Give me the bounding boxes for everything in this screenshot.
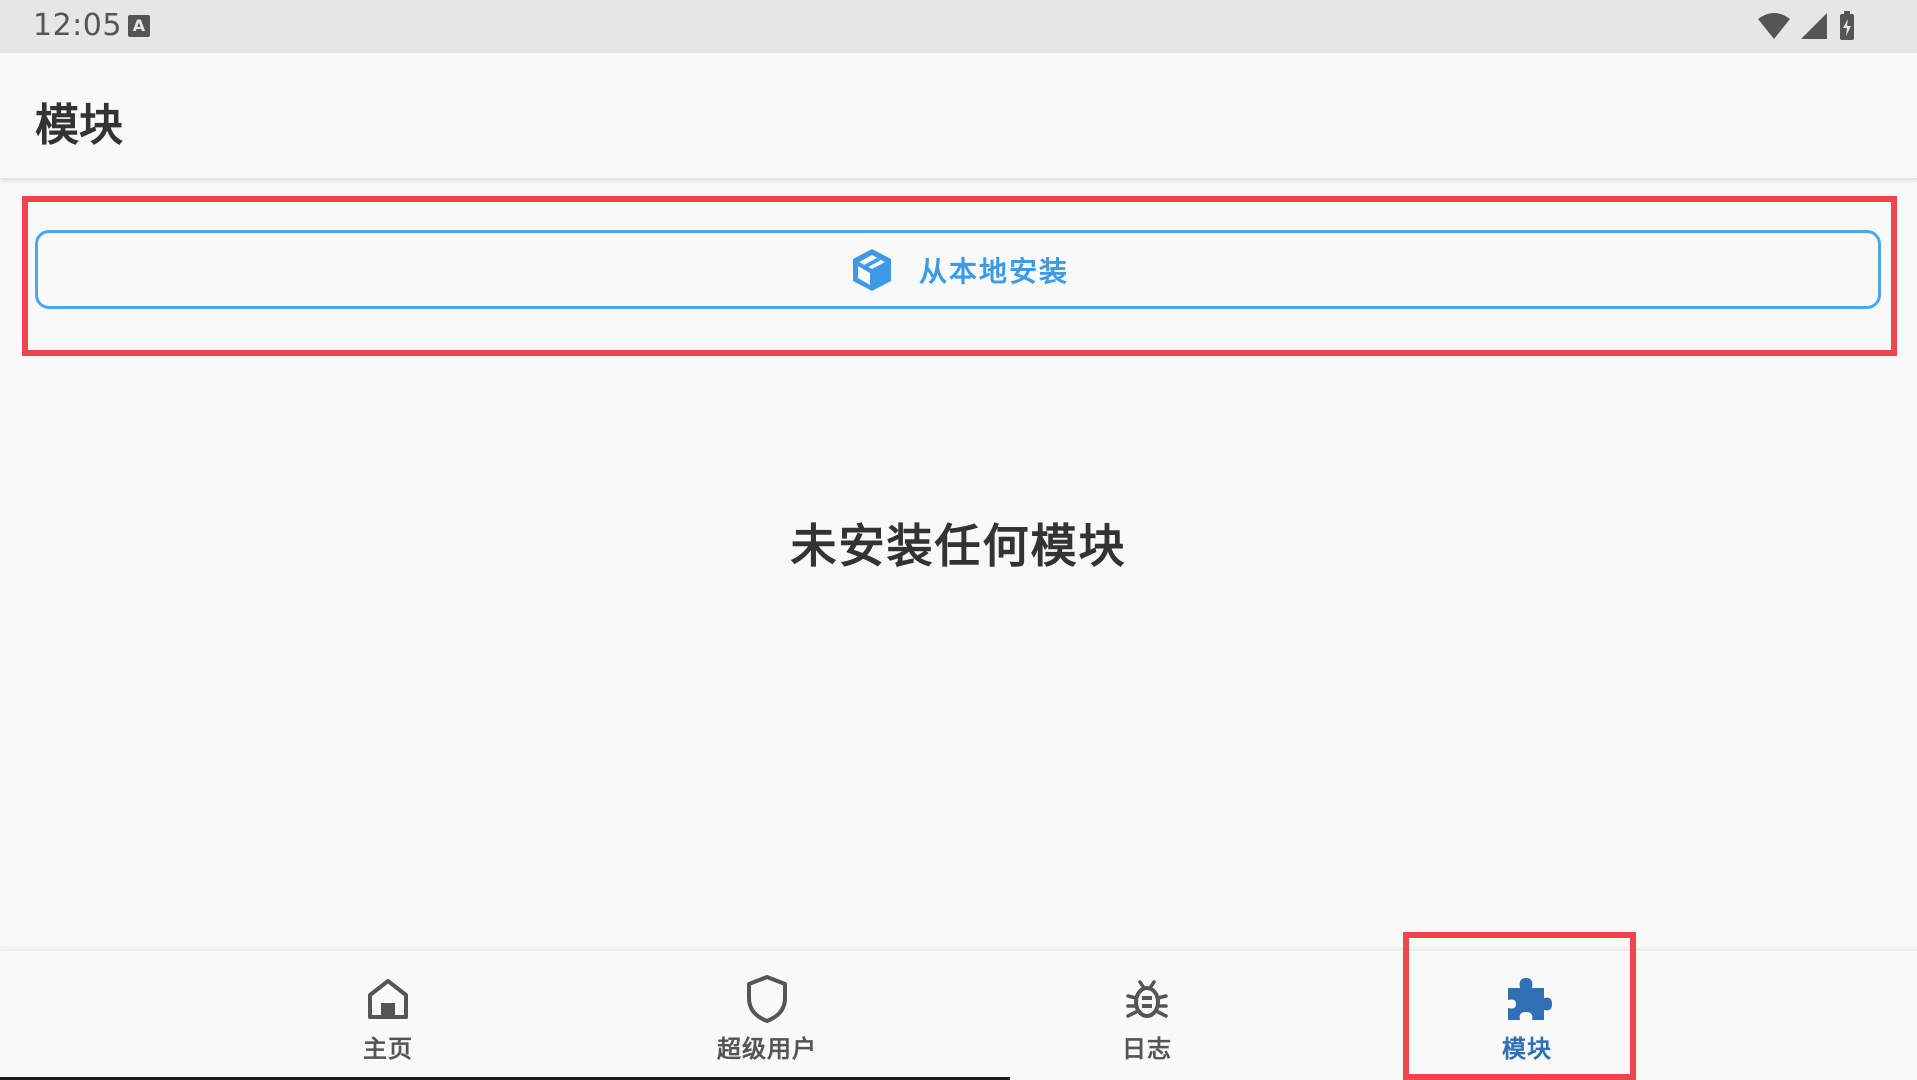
status-time: 12:05 bbox=[33, 8, 122, 43]
battery-charging-icon bbox=[1840, 11, 1854, 40]
install-from-local-button[interactable]: 从本地安装 bbox=[35, 230, 1881, 309]
install-from-local-label: 从本地安装 bbox=[918, 254, 1069, 288]
signal-icon bbox=[1801, 13, 1827, 39]
notification-a-icon: A bbox=[128, 15, 150, 37]
bug-icon bbox=[1121, 973, 1173, 1025]
status-bar: 12:05 A bbox=[0, 0, 1917, 53]
nav-label-modules: 模块 bbox=[1502, 1035, 1552, 1063]
screen: 12:05 A 模块 从本地安装 未安装任何模块 主页 超级用户 日志 模块 bbox=[0, 0, 1917, 1080]
shield-icon bbox=[741, 973, 793, 1025]
nav-label-superuser: 超级用户 bbox=[717, 1035, 817, 1063]
nav-item-home[interactable]: 主页 bbox=[278, 951, 498, 1080]
home-icon bbox=[362, 973, 414, 1025]
bottom-navigation: 主页 超级用户 日志 模块 bbox=[0, 950, 1917, 1080]
status-icons bbox=[1757, 11, 1857, 41]
puzzle-icon bbox=[1501, 973, 1553, 1025]
nav-item-superuser[interactable]: 超级用户 bbox=[657, 951, 877, 1080]
package-box-icon bbox=[847, 245, 897, 295]
empty-state-message: 未安装任何模块 bbox=[790, 519, 1127, 573]
app-bar: 模块 bbox=[0, 53, 1917, 179]
page-title: 模块 bbox=[35, 100, 123, 151]
nav-item-log[interactable]: 日志 bbox=[1037, 951, 1257, 1080]
nav-item-modules[interactable]: 模块 bbox=[1417, 951, 1637, 1080]
wifi-icon bbox=[1758, 13, 1790, 39]
nav-label-home: 主页 bbox=[363, 1035, 413, 1063]
nav-label-log: 日志 bbox=[1122, 1035, 1172, 1063]
